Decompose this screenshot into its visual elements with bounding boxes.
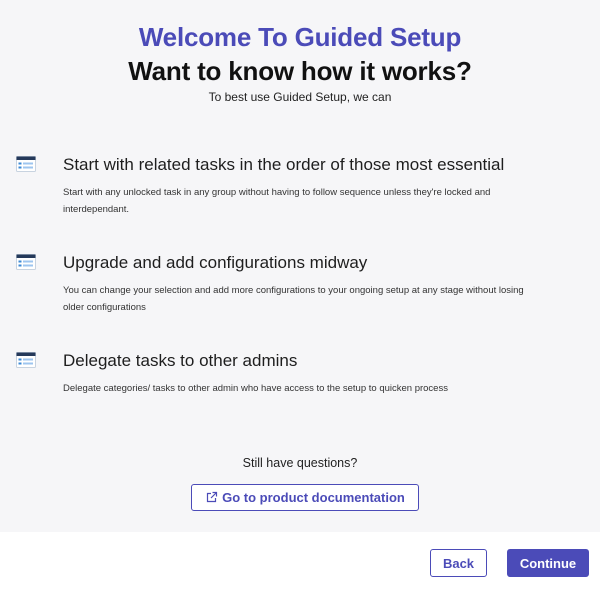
feature-description: Start with any unlocked task in any grou… [63, 187, 491, 215]
guided-setup-panel: Welcome To Guided Setup Want to know how… [0, 0, 600, 532]
page-title: Welcome To Guided Setup [138, 22, 462, 52]
window-list-icon [16, 352, 36, 368]
feature-description: Delegate categories/ tasks to other admi… [63, 383, 448, 394]
product-documentation-link[interactable]: Go to product documentation [191, 484, 419, 511]
continue-button[interactable]: Continue [507, 549, 589, 577]
window-list-icon [16, 156, 36, 172]
page-subtitle: Want to know how it works? [128, 56, 472, 86]
feature-title: Start with related tasks in the order of… [63, 155, 505, 174]
feature-title: Delegate tasks to other admins [63, 351, 298, 370]
feature-title: Upgrade and add configurations midway [63, 253, 368, 272]
product-documentation-label: Go to product documentation [222, 490, 405, 505]
feature-description: You can change your selection and add mo… [63, 285, 524, 313]
window-list-icon [16, 254, 36, 270]
help-question: Still have questions? [242, 456, 358, 470]
back-button[interactable]: Back [430, 549, 487, 577]
external-link-icon [205, 491, 218, 504]
intro-text: To best use Guided Setup, we can [208, 90, 392, 104]
footer-bar: Back Continue [0, 532, 600, 592]
